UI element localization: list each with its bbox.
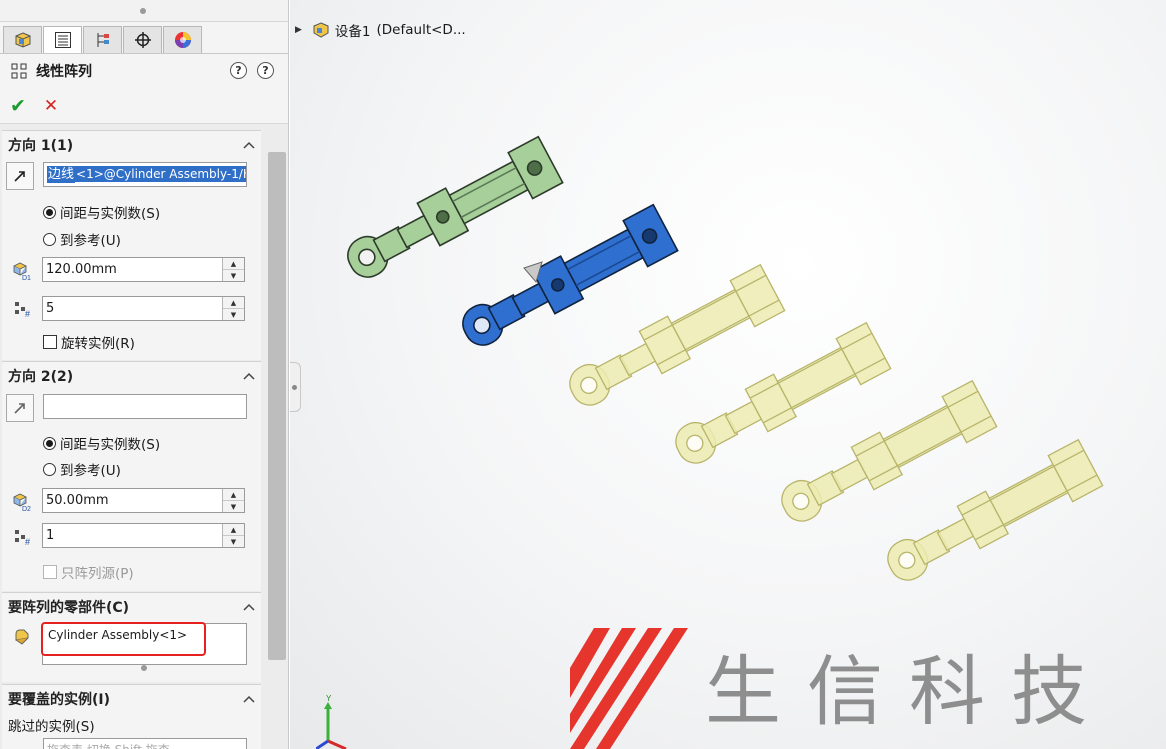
- skip-instances-title: 要覆盖的实例(I): [8, 692, 111, 708]
- tab-feature-manager[interactable]: [3, 26, 42, 53]
- spacing-d1-icon: D1: [13, 262, 31, 282]
- components-title: 要阵列的零部件(C): [8, 600, 130, 616]
- spin-up-icon[interactable]: ▲: [223, 489, 244, 501]
- edge-prefix-text: 边线: [47, 166, 76, 183]
- component-icon: [15, 629, 29, 645]
- tab-display-manager[interactable]: [163, 26, 202, 53]
- spin-down-icon[interactable]: ▼: [223, 270, 244, 281]
- svg-text:D1: D1: [22, 275, 31, 282]
- collapse-chevron-icon[interactable]: [243, 603, 255, 611]
- cancel-x-icon[interactable]: ✕: [44, 96, 58, 116]
- reference-triad-icon: Y: [316, 694, 347, 749]
- configuration-icon: [97, 33, 109, 47]
- watermark-text: 生信科技: [705, 647, 1113, 736]
- help-buttons: ? ?: [230, 62, 274, 79]
- spin-up-icon[interactable]: ▲: [223, 524, 244, 536]
- panel-splitter[interactable]: [0, 0, 288, 22]
- direction1-instances-input[interactable]: 5 ▲ ▼: [42, 296, 245, 321]
- direction2-instances-input[interactable]: 1 ▲ ▼: [42, 523, 245, 548]
- list-resize-grip[interactable]: [141, 665, 147, 671]
- svg-text:Y: Y: [326, 694, 332, 703]
- reverse-arrow-icon: [14, 171, 25, 182]
- manager-tabs: [0, 22, 288, 54]
- pattern-seed-only-checkbox[interactable]: 只阵列源(P): [43, 562, 134, 582]
- svg-text:D2: D2: [22, 506, 31, 513]
- linear-pattern-icon: [11, 63, 27, 79]
- confirm-row: ✔ ✕: [0, 88, 288, 124]
- crosshair-icon: [134, 32, 151, 48]
- direction1-edge-row: [6, 162, 34, 190]
- direction1-title: 方向 1(1): [8, 138, 74, 154]
- direction1-edge-field[interactable]: 边线 <1>@Cylinder Assembly-1/H: [43, 162, 247, 187]
- highlight-annotation-box: [41, 622, 206, 656]
- direction2-spacing-input[interactable]: 50.00mm ▲ ▼: [42, 488, 245, 513]
- whats-wrong-icon[interactable]: ?: [230, 62, 247, 79]
- collapse-chevron-icon[interactable]: [243, 372, 255, 380]
- graphics-area[interactable]: ▶ 设备1 (Default<D... 生信科技 Y: [290, 0, 1166, 749]
- scrollbar-thumb[interactable]: [268, 152, 286, 660]
- direction2-edge-row: [6, 394, 34, 422]
- tab-dimxpert-manager[interactable]: [123, 26, 162, 53]
- ok-checkmark-icon[interactable]: ✔: [10, 95, 26, 117]
- skipped-instances-label: 跳过的实例(S): [8, 719, 95, 735]
- svg-text:#: #: [25, 537, 30, 547]
- spin-down-icon[interactable]: ▼: [223, 309, 244, 320]
- direction1-spacing-input[interactable]: 120.00mm ▲ ▼: [42, 257, 245, 282]
- property-manager-panel: 线性阵列 ? ? ✔ ✕ 方向 1(1) 边线 <1>@Cylinder Asse…: [0, 0, 289, 749]
- display-sphere-icon: [174, 32, 191, 48]
- feature-title: 线性阵列: [36, 64, 92, 80]
- instances-count-icon: #: [15, 530, 30, 547]
- spin-down-icon[interactable]: ▼: [223, 501, 244, 512]
- spin-up-icon[interactable]: ▲: [223, 258, 244, 270]
- reverse-direction2-button[interactable]: [6, 394, 34, 422]
- skipped-instances-field[interactable]: 拖查表 切换 Shift 拖查: [43, 738, 247, 749]
- assembly-cube-icon: [15, 32, 30, 48]
- help-icon[interactable]: ?: [257, 62, 274, 79]
- direction2-radio-spacing[interactable]: 间距与实例数(S): [43, 433, 160, 453]
- direction1-radio-reference[interactable]: 到参考(U): [43, 229, 121, 249]
- tab-configuration-manager[interactable]: [83, 26, 122, 53]
- property-list-icon: [54, 32, 71, 48]
- direction2-radio-reference[interactable]: 到参考(U): [43, 459, 121, 479]
- spin-down-icon[interactable]: ▼: [223, 536, 244, 547]
- direction2-edge-field[interactable]: [43, 394, 247, 419]
- instances-count-icon: #: [15, 302, 30, 319]
- reverse-direction1-button[interactable]: [6, 162, 34, 190]
- spin-up-icon[interactable]: ▲: [223, 297, 244, 309]
- rotate-instances-checkbox[interactable]: 旋转实例(R): [43, 332, 135, 352]
- svg-text:#: #: [25, 309, 30, 319]
- collapse-chevron-icon[interactable]: [243, 141, 255, 149]
- preview-instance: [878, 439, 1104, 593]
- collapse-chevron-icon[interactable]: [243, 695, 255, 703]
- spacing-d2-icon: D2: [13, 493, 31, 513]
- company-logo-icon: [570, 628, 688, 749]
- edge-rest-text: <1>@Cylinder Assembly-1/H: [75, 166, 246, 182]
- reverse-arrow-icon: [14, 403, 25, 414]
- direction2-title: 方向 2(2): [8, 369, 74, 385]
- direction1-radio-spacing[interactable]: 间距与实例数(S): [43, 202, 160, 222]
- tab-property-manager[interactable]: [43, 26, 82, 53]
